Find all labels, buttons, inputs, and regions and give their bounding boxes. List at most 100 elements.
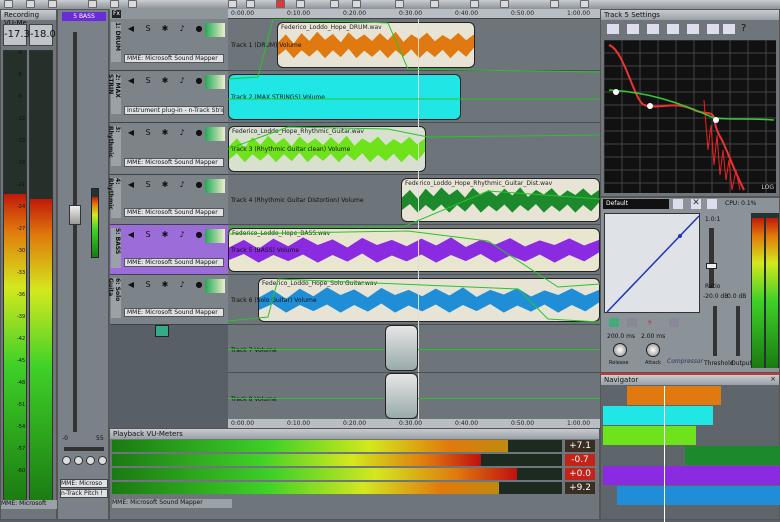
ratio-slider[interactable]	[706, 228, 717, 288]
pan-slider[interactable]	[64, 447, 104, 451]
track-speaker-icon[interactable]: ◀	[126, 128, 136, 138]
knob-3-icon[interactable]	[86, 456, 95, 465]
pencil-icon[interactable]	[470, 0, 479, 8]
snap-icon[interactable]	[395, 0, 404, 8]
nav-viewport[interactable]	[664, 386, 665, 522]
speaker-icon[interactable]	[687, 24, 699, 34]
threshold-slider[interactable]	[713, 306, 717, 356]
eq-view-icon[interactable]	[607, 24, 619, 34]
track-device[interactable]: Instrument plug-in - n-Track Strings	[124, 106, 224, 115]
track-record-icon[interactable]: ●	[194, 280, 204, 290]
timeline-ruler[interactable]: 0:00.00 0:10.00 0:20.00 0:30.00 0:40.00 0:50.…	[228, 9, 600, 19]
track-solo-icon[interactable]: S	[143, 280, 153, 290]
track-device[interactable]: MME: Microsoft Sound Mapper	[124, 54, 224, 63]
navigator-close-icon[interactable]: ×	[770, 375, 776, 383]
track-speaker-icon[interactable]: ◀	[126, 280, 136, 290]
track-speaker-icon[interactable]: ◀	[126, 230, 136, 240]
add-track-icon[interactable]	[155, 325, 169, 337]
track-fx-icon[interactable]: ♪	[177, 230, 187, 240]
track-fx-icon[interactable]: ♪	[177, 128, 187, 138]
track-solo-icon[interactable]: S	[143, 24, 153, 34]
track-name[interactable]: 4: Rhythmic	[107, 178, 121, 218]
preset-dropdown[interactable]: Default	[603, 199, 669, 209]
track-record-icon[interactable]: ●	[194, 76, 204, 86]
knob-1-icon[interactable]	[62, 456, 71, 465]
empty-clip-8[interactable]	[385, 373, 418, 419]
loop-icon[interactable]	[296, 0, 305, 8]
cursor-icon[interactable]	[430, 0, 439, 8]
track-name[interactable]: 6: Solo Guita	[107, 278, 121, 318]
fx-button[interactable]: Fx	[112, 10, 121, 18]
strip-plugin[interactable]: n-Track Pitch !	[60, 489, 108, 498]
stop-icon[interactable]	[110, 0, 119, 8]
release-knob[interactable]	[613, 343, 627, 357]
help-question-icon[interactable]: ?	[741, 24, 753, 34]
track-fx-icon[interactable]: ♪	[177, 24, 187, 34]
track-device[interactable]: MME: Microsoft Sound Mapper	[124, 208, 224, 217]
track-record-icon[interactable]: ●	[194, 24, 204, 34]
forward-icon[interactable]	[246, 0, 255, 8]
track-record-icon[interactable]: ●	[194, 230, 204, 240]
metronome-icon[interactable]	[330, 0, 339, 8]
open-file-icon[interactable]	[26, 0, 35, 8]
link-icon[interactable]	[627, 318, 637, 327]
paste-icon[interactable]	[723, 24, 735, 34]
record-icon[interactable]	[276, 0, 285, 8]
track-device[interactable]: MME: Microsoft Sound Mapper	[124, 308, 224, 317]
track-solo-icon[interactable]: S	[143, 230, 153, 240]
rewind-icon[interactable]	[228, 0, 237, 8]
volume-envelopes[interactable]	[228, 19, 600, 329]
volume-fader[interactable]	[69, 205, 81, 225]
track-device[interactable]: MME: Microsoft Sound Mapper	[124, 158, 224, 167]
plugin-wrench-icon[interactable]	[707, 199, 717, 209]
track-name[interactable]: 1: DRUM	[111, 22, 121, 62]
bypass-icon[interactable]	[609, 318, 619, 327]
settings-gear-icon[interactable]	[550, 0, 559, 8]
track-record-icon[interactable]: ●	[194, 180, 204, 190]
track-speaker-icon[interactable]: ◀	[126, 180, 136, 190]
track-star-icon[interactable]: ✱	[160, 76, 170, 86]
track-star-icon[interactable]: ✱	[160, 24, 170, 34]
track-fx-icon[interactable]: ♪	[177, 76, 187, 86]
save-preset-icon[interactable]	[673, 199, 683, 209]
track-star-icon[interactable]: ✱	[160, 128, 170, 138]
track-header-1[interactable]: 1: DRUM ◀ S ✱ ♪ ● MME: Microsoft Sound Mapper	[110, 19, 228, 71]
track-star-icon[interactable]: ✱	[160, 230, 170, 240]
track-header-5[interactable]: 5: BASS ◀ S ✱ ♪ ● MME: Microsoft Sound Mapper	[110, 225, 228, 275]
track-solo-icon[interactable]: S	[143, 180, 153, 190]
compressor-graph[interactable]	[604, 213, 700, 313]
knob-4-icon[interactable]	[98, 456, 107, 465]
track-star-icon[interactable]: ✱	[160, 180, 170, 190]
play-icon[interactable]	[88, 0, 97, 8]
knob-2-icon[interactable]	[74, 456, 83, 465]
scissors-icon[interactable]	[500, 0, 509, 8]
plugin-icon[interactable]	[667, 24, 679, 34]
zoom-icon[interactable]	[352, 0, 361, 8]
track-header-3[interactable]: 3: Rhythmic ◀ S ✱ ♪ ● MME: Microsoft Sound Map…	[107, 123, 228, 175]
attack-knob[interactable]	[646, 343, 660, 357]
eq-graph[interactable]: LOG	[604, 40, 776, 193]
track-header-4[interactable]: 4: Rhythmic ◀ S ✱ ♪ ● MME: Microsoft Sound Map…	[107, 175, 228, 225]
save-icon[interactable]	[48, 0, 57, 8]
track-fx-icon[interactable]: ♪	[177, 180, 187, 190]
track-speaker-icon[interactable]: ◀	[126, 24, 136, 34]
track-solo-icon[interactable]: S	[143, 76, 153, 86]
empty-clip-7[interactable]	[385, 325, 418, 371]
track-name[interactable]: 2: MAX STRIN	[107, 74, 121, 114]
track-star-icon[interactable]: ✱	[160, 280, 170, 290]
track-name[interactable]: 3: Rhythmic	[107, 126, 121, 166]
strip-device[interactable]: MME: Microso	[60, 479, 108, 488]
close-plugin-icon[interactable]: ✕	[691, 199, 701, 209]
track-solo-icon[interactable]: S	[143, 128, 153, 138]
track-speaker-icon[interactable]: ◀	[126, 76, 136, 86]
wrench-icon[interactable]	[627, 24, 639, 34]
page-icon[interactable]	[647, 24, 659, 34]
help-icon[interactable]	[580, 0, 589, 8]
copy-icon[interactable]	[707, 24, 719, 34]
track-header-2[interactable]: 2: MAX STRIN ◀ S ✱ ♪ ● Instrument plug-in - n-…	[107, 71, 228, 123]
output-slider[interactable]	[736, 306, 740, 356]
mixer-icon[interactable]	[128, 0, 137, 8]
track-name[interactable]: 5: BASS	[111, 228, 121, 268]
trash-icon[interactable]	[669, 318, 679, 327]
track-record-icon[interactable]: ●	[194, 128, 204, 138]
